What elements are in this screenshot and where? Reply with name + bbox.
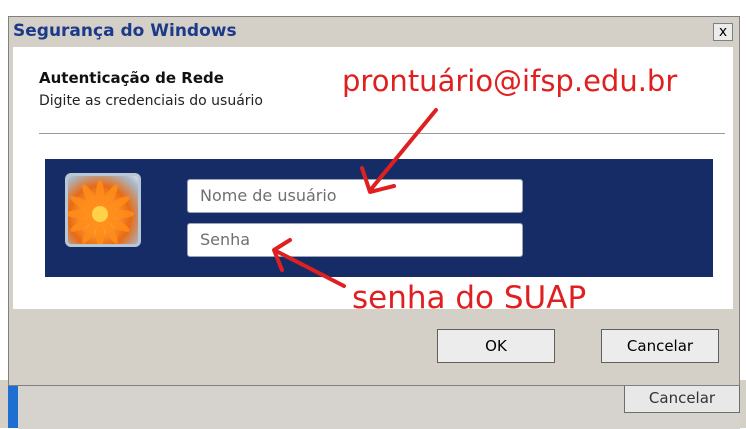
cancel-button[interactable]: Cancelar (601, 329, 719, 363)
background-cancel-button[interactable]: Cancelar (624, 385, 740, 413)
close-icon[interactable]: x (713, 23, 733, 41)
background-window-frame: Cancelar (18, 380, 740, 429)
background-window: Cancelar (0, 380, 746, 429)
password-annotation: senha do SUAP (352, 280, 587, 316)
dialog-titlebar[interactable]: Segurança do Windows x (9, 17, 739, 47)
credential-panel: Nome de usuário Senha (45, 159, 713, 277)
ok-button[interactable]: OK (437, 329, 555, 363)
dialog-footer: OK Cancelar (9, 309, 739, 385)
auth-heading: Autenticação de Rede (39, 69, 224, 87)
background-window-edge (8, 382, 18, 428)
password-input[interactable]: Senha (187, 223, 523, 257)
dialog-title: Segurança do Windows (13, 21, 237, 41)
username-input[interactable]: Nome de usuário (187, 179, 523, 213)
user-avatar-flower-icon (65, 173, 141, 247)
separator-line (39, 133, 725, 134)
username-annotation: prontuário@ifsp.edu.br (342, 64, 678, 98)
auth-subheading: Digite as credenciais do usuário (39, 93, 263, 109)
